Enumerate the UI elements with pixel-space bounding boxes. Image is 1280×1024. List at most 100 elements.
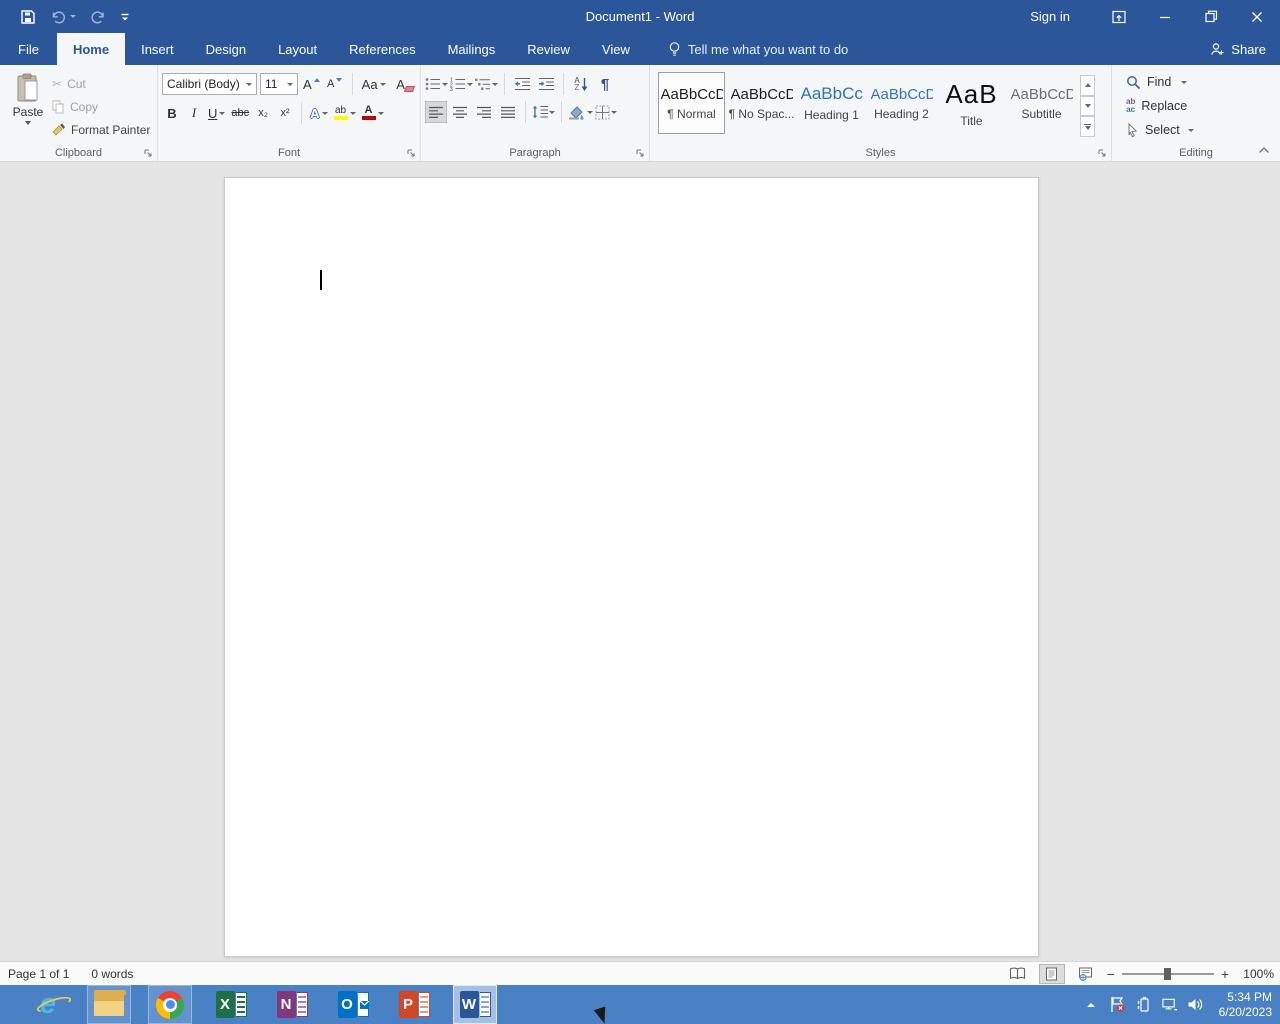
tray-speaker-icon[interactable] — [1187, 996, 1204, 1013]
shrink-font-button[interactable]: A — [325, 74, 345, 95]
taskbar-onenote[interactable]: N — [270, 985, 314, 1024]
change-case-button[interactable]: Aa — [360, 74, 388, 95]
find-dropdown-arrow[interactable] — [1181, 81, 1187, 84]
show-hide-pilcrow-button[interactable]: ¶ — [594, 73, 616, 95]
text-effects-button[interactable]: A — [308, 103, 329, 124]
decrease-indent-button[interactable] — [511, 73, 533, 95]
italic-button[interactable]: I — [184, 103, 204, 124]
style-no-spacing[interactable]: AaBbCcDc ¶ No Spac... — [728, 72, 795, 134]
zoom-out-button[interactable]: − — [1107, 966, 1115, 982]
taskbar-file-explorer[interactable] — [87, 985, 131, 1024]
clipboard-dialog-launcher-icon[interactable] — [142, 147, 154, 159]
close-button[interactable] — [1234, 0, 1280, 33]
text-highlight-button[interactable]: ab — [332, 103, 358, 124]
tell-me-box[interactable]: Tell me what you want to do — [668, 33, 848, 65]
select-button[interactable]: Select — [1126, 121, 1276, 139]
format-painter-button[interactable]: Format Painter — [52, 121, 150, 139]
taskbar-word[interactable]: W — [453, 985, 497, 1024]
font-color-dropdown-arrow[interactable] — [378, 112, 384, 115]
subscript-button[interactable]: x₂ — [253, 103, 273, 124]
cut-button[interactable]: ✂ Cut — [52, 75, 150, 93]
align-right-button[interactable] — [473, 101, 495, 123]
web-layout-button[interactable] — [1073, 964, 1099, 984]
underline-button[interactable]: U — [206, 103, 227, 124]
font-dialog-launcher-icon[interactable] — [405, 147, 417, 159]
font-size-combobox[interactable]: 11 — [260, 73, 298, 95]
shading-button[interactable] — [568, 101, 593, 123]
styles-scroll-up-button[interactable] — [1080, 75, 1095, 96]
font-size-dropdown-arrow[interactable] — [287, 83, 293, 86]
ribbon-display-options-icon[interactable] — [1096, 0, 1142, 33]
line-spacing-dropdown-arrow[interactable] — [549, 111, 555, 114]
highlight-dropdown-arrow[interactable] — [350, 112, 356, 115]
zoom-level[interactable]: 100% — [1236, 967, 1274, 981]
align-left-button[interactable] — [425, 101, 447, 123]
paragraph-dialog-launcher-icon[interactable] — [634, 147, 646, 159]
tray-network-icon[interactable] — [1161, 996, 1178, 1013]
customize-quick-access-toolbar-icon[interactable] — [120, 12, 130, 22]
text-effects-dropdown-arrow[interactable] — [322, 112, 328, 115]
taskbar-powerpoint[interactable]: P — [392, 985, 436, 1024]
tab-file[interactable]: File — [0, 33, 57, 65]
multilevel-list-button[interactable] — [475, 73, 498, 95]
undo-icon[interactable] — [50, 9, 76, 25]
tab-layout[interactable]: Layout — [262, 33, 333, 65]
underline-dropdown-arrow[interactable] — [219, 112, 225, 115]
font-color-button[interactable]: A — [360, 103, 386, 124]
style-heading1[interactable]: AaBbCc Heading 1 — [798, 72, 865, 134]
styles-dialog-launcher-icon[interactable] — [1096, 147, 1108, 159]
style-subtitle[interactable]: AaBbCcD Subtitle — [1008, 72, 1075, 134]
tab-review[interactable]: Review — [511, 33, 586, 65]
font-name-dropdown-arrow[interactable] — [246, 83, 252, 86]
justify-button[interactable] — [497, 101, 519, 123]
word-count[interactable]: 0 words — [91, 967, 133, 981]
select-dropdown-arrow[interactable] — [1188, 129, 1194, 132]
tab-insert[interactable]: Insert — [125, 33, 190, 65]
copy-button[interactable]: Copy — [52, 98, 150, 116]
style-title[interactable]: AaB Title — [938, 72, 1005, 134]
taskbar-chrome[interactable] — [148, 985, 192, 1024]
strikethrough-button[interactable]: abc — [229, 103, 251, 124]
print-layout-button[interactable] — [1039, 964, 1065, 984]
replace-button[interactable]: abac Replace — [1126, 97, 1276, 115]
tray-chevron-up-icon[interactable] — [1083, 996, 1100, 1013]
paste-dropdown-arrow[interactable] — [25, 121, 31, 125]
document-area[interactable] — [0, 163, 1280, 961]
minimize-button[interactable] — [1142, 0, 1188, 33]
page-indicator[interactable]: Page 1 of 1 — [8, 967, 69, 981]
numbering-button[interactable]: 123 — [450, 73, 473, 95]
taskbar-internet-explorer[interactable]: e — [26, 985, 70, 1024]
read-mode-button[interactable] — [1005, 964, 1031, 984]
bullets-dropdown-arrow[interactable] — [442, 83, 448, 86]
paste-button[interactable]: Paste — [4, 69, 52, 143]
document-page[interactable] — [224, 177, 1039, 957]
tab-home[interactable]: Home — [57, 33, 125, 65]
zoom-slider-thumb[interactable] — [1164, 968, 1171, 980]
share-button[interactable]: Share — [1210, 33, 1266, 65]
tab-view[interactable]: View — [586, 33, 646, 65]
zoom-slider[interactable] — [1122, 967, 1214, 981]
style-normal[interactable]: AaBbCcDc ¶ Normal — [658, 72, 725, 134]
styles-gallery-more-button[interactable] — [1080, 116, 1095, 137]
sort-button[interactable]: A Z — [570, 73, 592, 95]
tray-power-icon[interactable] — [1135, 996, 1152, 1013]
restore-button[interactable] — [1188, 0, 1234, 33]
taskbar-excel[interactable]: X — [209, 985, 253, 1024]
redo-icon[interactable] — [90, 9, 106, 25]
superscript-button[interactable]: x² — [275, 103, 295, 124]
collapse-ribbon-button[interactable] — [1256, 143, 1272, 157]
clear-formatting-button[interactable]: A — [391, 74, 411, 95]
tab-references[interactable]: References — [333, 33, 431, 65]
style-heading2[interactable]: AaBbCcD Heading 2 — [868, 72, 935, 134]
align-center-button[interactable] — [449, 101, 471, 123]
save-icon[interactable] — [20, 9, 36, 25]
sign-in-link[interactable]: Sign in — [1004, 9, 1096, 24]
line-spacing-button[interactable] — [532, 101, 555, 123]
borders-dropdown-arrow[interactable] — [611, 111, 617, 114]
zoom-in-button[interactable]: + — [1221, 966, 1229, 982]
numbering-dropdown-arrow[interactable] — [467, 83, 473, 86]
shading-dropdown-arrow[interactable] — [587, 111, 593, 114]
font-name-combobox[interactable]: Calibri (Body) — [162, 73, 257, 95]
taskbar-outlook[interactable]: O — [331, 985, 375, 1024]
styles-scroll-down-button[interactable] — [1080, 96, 1095, 117]
